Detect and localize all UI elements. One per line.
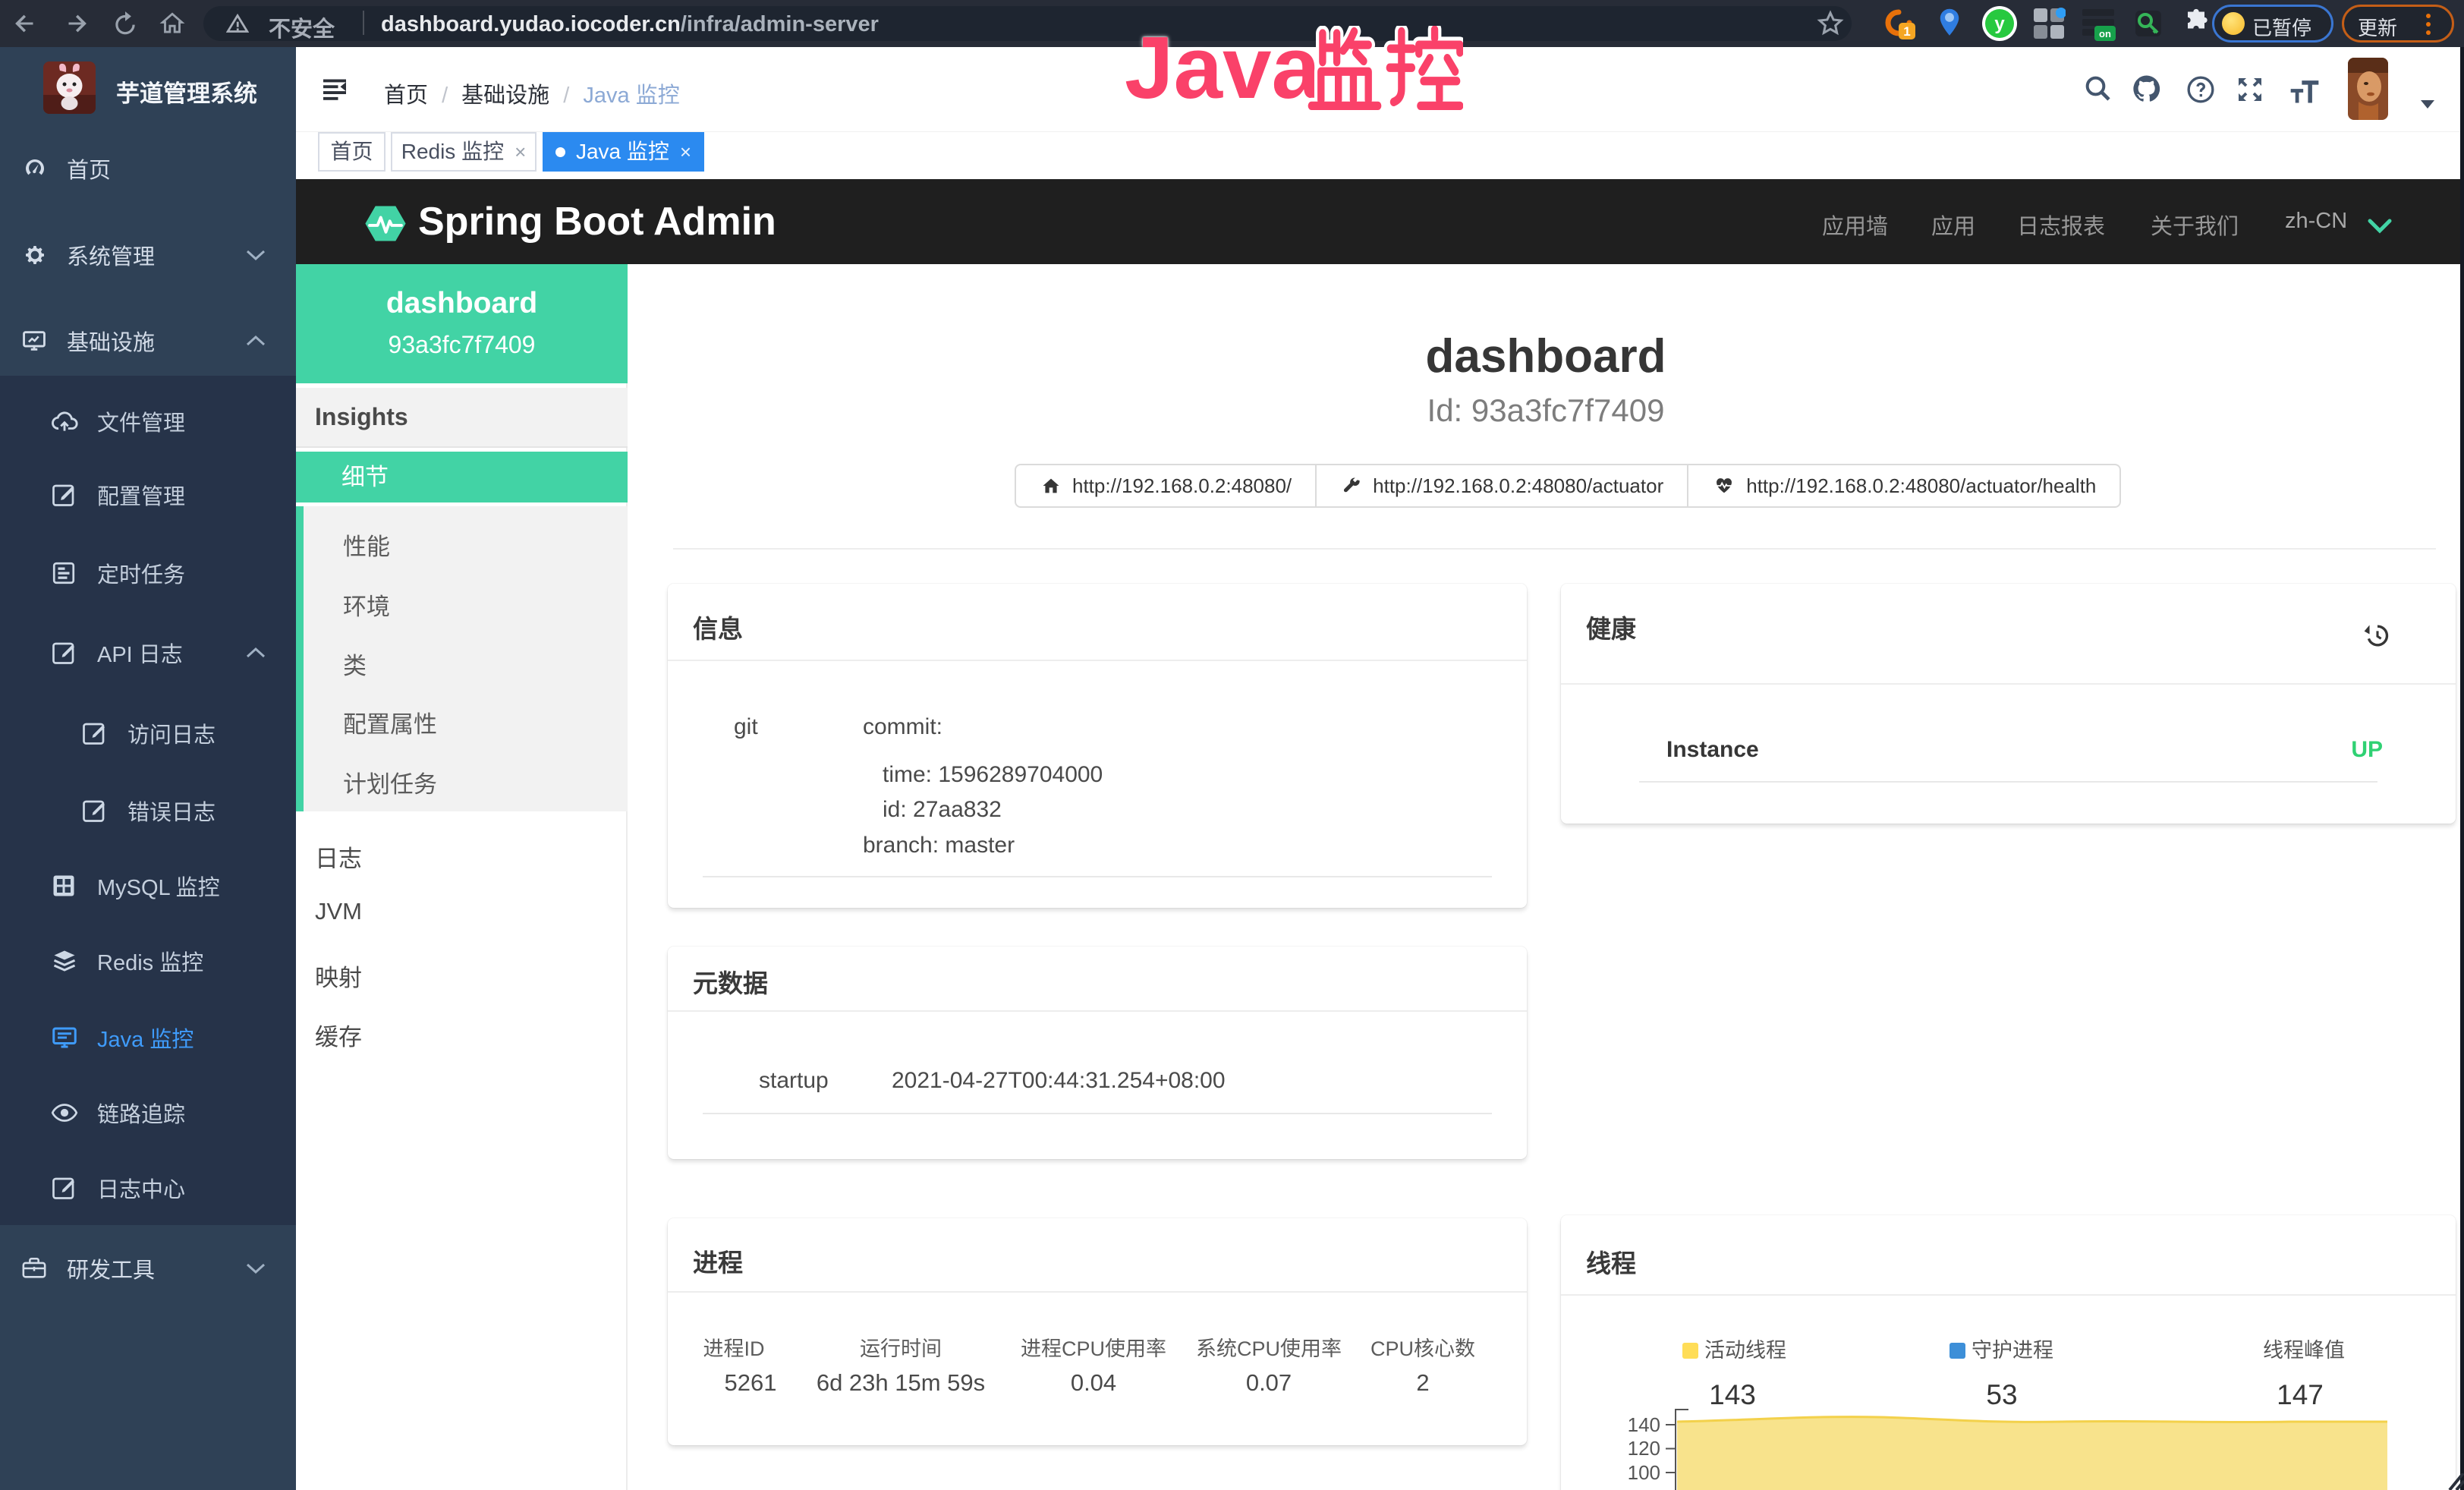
svg-text:140: 140 <box>1628 1413 1660 1436</box>
svg-text:120: 120 <box>1628 1437 1660 1460</box>
svg-text:y: y <box>1994 14 2005 34</box>
svg-text:on: on <box>2099 28 2111 39</box>
svg-text:1: 1 <box>1903 24 1910 39</box>
svg-text:100: 100 <box>1628 1461 1660 1484</box>
